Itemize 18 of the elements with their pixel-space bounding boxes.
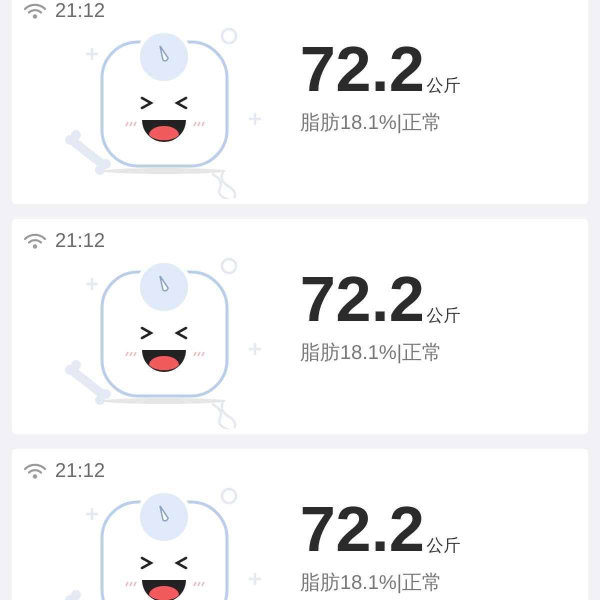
weight-unit: 公斤 [426, 75, 461, 97]
record-time: 21:12 [55, 0, 106, 22]
weight-value: 72.2 [300, 266, 425, 334]
weight-record-card[interactable]: 21:12 72.2 公斤 脂肪18.1%|正常 [12, 449, 588, 600]
wifi-icon [24, 233, 46, 249]
wifi-icon [24, 463, 46, 479]
body-fat-text: 脂肪18.1%|正常 [300, 111, 443, 136]
weight-value: 72.2 [300, 496, 425, 564]
weight-unit: 公斤 [426, 535, 461, 557]
record-time: 21:12 [55, 460, 106, 482]
body-fat-text: 脂肪18.1%|正常 [300, 341, 443, 366]
weight-record-card[interactable]: 21:12 72.2 公斤 脂肪18.1%|正常 [12, 0, 588, 204]
record-time: 21:12 [55, 230, 106, 252]
weight-record-card[interactable]: 21:12 72.2 公斤 脂肪18.1%|正常 [12, 219, 588, 434]
wifi-icon [24, 3, 46, 19]
body-fat-text: 脂肪18.1%|正常 [300, 571, 443, 596]
weight-value: 72.2 [300, 36, 425, 104]
weight-unit: 公斤 [426, 305, 461, 327]
